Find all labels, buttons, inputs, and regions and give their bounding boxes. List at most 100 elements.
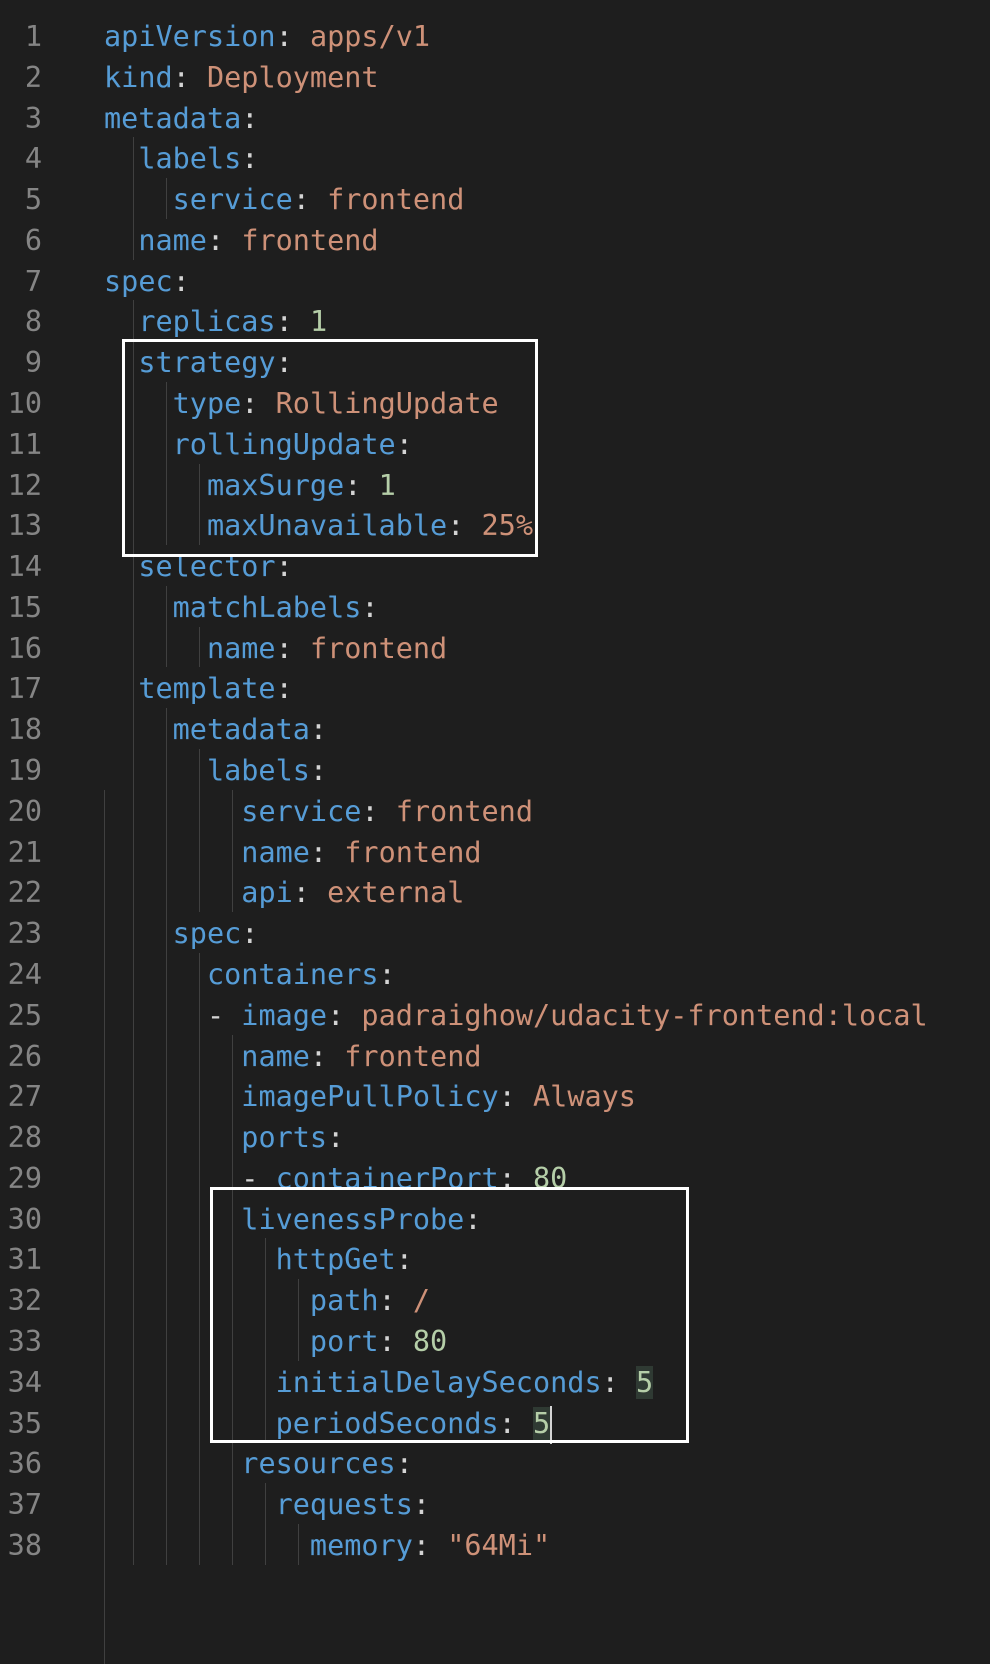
code-line[interactable]: 2 kind: Deployment: [0, 56, 990, 99]
line-number: 3: [24, 101, 42, 135]
yaml-colon: :: [412, 1488, 431, 1522]
code-line[interactable]: 6 name: frontend: [0, 219, 990, 262]
yaml-colon: :: [275, 631, 293, 665]
code-text: apiVersion: apps/v1: [104, 15, 430, 58]
code-line[interactable]: 21 name: frontend: [0, 831, 990, 874]
code-text: service: frontend: [104, 790, 533, 833]
yaml-value: frontend: [327, 183, 465, 217]
yaml-colon: :: [309, 835, 328, 869]
line-number: 30: [7, 1202, 42, 1236]
yaml-key: name: [241, 835, 310, 869]
yaml-space: [293, 305, 310, 338]
yaml-value: frontend: [309, 631, 448, 665]
yaml-value: frontend: [344, 835, 482, 869]
yaml-value: 1: [309, 305, 328, 339]
code-line[interactable]: 15 matchLabels:: [0, 586, 990, 629]
line-number: 21: [7, 835, 42, 869]
yaml-space: [293, 20, 310, 53]
yaml-key: labels: [138, 142, 242, 176]
yaml-key: spec: [172, 917, 242, 951]
line-number: 33: [7, 1324, 42, 1358]
line-number: 26: [7, 1039, 42, 1073]
yaml-key: metadata: [104, 101, 242, 135]
code-line[interactable]: 23 spec:: [0, 912, 990, 955]
yaml-key: image: [241, 998, 328, 1032]
code-text: name: frontend: [104, 831, 482, 874]
yaml-key: replicas: [138, 305, 276, 339]
code-line[interactable]: 27 imagePullPolicy: Always: [0, 1075, 990, 1118]
code-line[interactable]: 17 template:: [0, 667, 990, 710]
code-text: ports:: [104, 1116, 344, 1159]
line-number: 20: [7, 794, 42, 828]
code-line[interactable]: 28 ports:: [0, 1116, 990, 1159]
code-line[interactable]: 37 requests:: [0, 1483, 990, 1526]
line-number: 32: [7, 1284, 42, 1318]
code-text: matchLabels:: [104, 586, 379, 629]
yaml-value: frontend: [395, 794, 534, 828]
code-text: name: frontend: [104, 627, 447, 670]
code-text: resources:: [104, 1442, 413, 1485]
code-text: spec:: [104, 912, 259, 955]
yaml-space: [516, 1080, 533, 1113]
yaml-colon: :: [275, 20, 293, 53]
code-text: metadata:: [104, 97, 258, 140]
yaml-space: [379, 795, 396, 828]
code-line[interactable]: 25 - image: padraighow/udacity-frontend:…: [0, 994, 990, 1037]
yaml-space: [224, 224, 241, 257]
code-line[interactable]: 16 name: frontend: [0, 627, 990, 670]
code-line[interactable]: 7 spec:: [0, 260, 990, 303]
yaml-colon: :: [361, 794, 379, 828]
indent-guide: [199, 749, 200, 913]
code-line[interactable]: 26 name: frontend: [0, 1035, 990, 1078]
yaml-key: labels: [206, 754, 310, 788]
yaml-value: apps/v1: [309, 20, 431, 53]
code-line[interactable]: 38 memory: "64Mi": [0, 1524, 990, 1567]
yaml-space: [430, 1529, 447, 1562]
yaml-key: service: [172, 183, 293, 217]
yaml-key: imagePullPolicy: [241, 1080, 499, 1114]
indent-guide: [133, 137, 134, 260]
code-text: imagePullPolicy: Always: [104, 1075, 636, 1118]
yaml-key: kind: [104, 60, 173, 94]
code-line[interactable]: 20 service: frontend: [0, 790, 990, 833]
yaml-key: name: [241, 1039, 310, 1073]
code-line[interactable]: 19 labels:: [0, 749, 990, 792]
code-line[interactable]: 4 labels:: [0, 137, 990, 180]
code-text: service: frontend: [104, 178, 465, 221]
line-number: 27: [7, 1080, 42, 1114]
line-number: 8: [24, 305, 42, 339]
code-text: kind: Deployment: [104, 56, 379, 99]
code-line[interactable]: 18 metadata:: [0, 708, 990, 751]
code-text: labels:: [104, 137, 258, 180]
yaml-key: template: [138, 672, 276, 706]
yaml-colon: :: [292, 183, 310, 217]
indent-guide: [166, 585, 167, 668]
yaml-key: apiVersion: [104, 20, 276, 53]
code-line[interactable]: 8 replicas: 1: [0, 300, 990, 343]
yaml-colon: :: [241, 917, 259, 951]
line-number: 22: [7, 876, 42, 910]
code-line[interactable]: 1 apiVersion: apps/v1: [0, 15, 990, 58]
code-line[interactable]: 22 api: external: [0, 871, 990, 914]
yaml-key: metadata: [172, 713, 310, 747]
code-line[interactable]: 3 metadata:: [0, 97, 990, 140]
line-number: 36: [7, 1447, 42, 1481]
line-number: 34: [7, 1365, 42, 1399]
code-line[interactable]: 5 service: frontend: [0, 178, 990, 221]
code-editor[interactable]: 1 apiVersion: apps/v1 2 kind: Deployment 3 me…: [0, 0, 990, 1664]
code-line[interactable]: 36 resources:: [0, 1442, 990, 1485]
code-line[interactable]: 24 containers:: [0, 953, 990, 996]
line-number: 10: [7, 387, 42, 421]
